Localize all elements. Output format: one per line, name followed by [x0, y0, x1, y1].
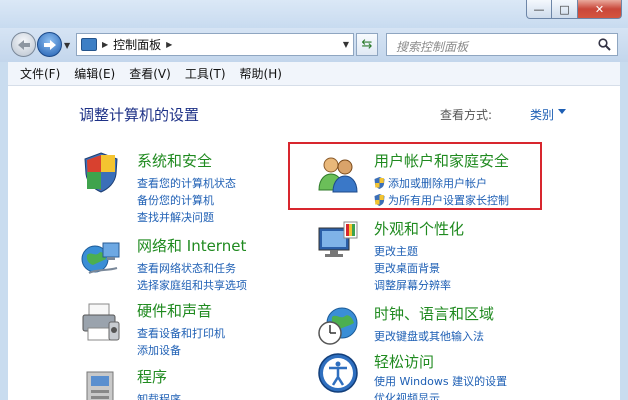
control-panel-content: 调整计算机的设置 查看方式: 类别 系统和安全 查看您的计算机状态 备份您的计算… — [8, 86, 620, 400]
link-troubleshoot[interactable]: 查找并解决问题 — [137, 209, 214, 225]
arrow-left-icon — [17, 39, 30, 50]
link-backup[interactable]: 备份您的计算机 — [137, 192, 214, 208]
category-title[interactable]: 外观和个性化 — [374, 218, 464, 239]
link-desktop-background[interactable]: 更改桌面背景 — [374, 260, 440, 276]
arrow-right-icon — [43, 39, 56, 50]
link-add-device[interactable]: 添加设备 — [137, 342, 181, 358]
shield-icon[interactable] — [79, 150, 123, 194]
uac-shield-icon — [374, 177, 385, 189]
monitor-paint-icon[interactable] — [316, 218, 360, 262]
menu-file[interactable]: 文件(F) — [13, 65, 67, 82]
link-label[interactable]: 添加或删除用户帐户 — [388, 175, 487, 191]
search-icon[interactable] — [598, 38, 611, 51]
link-optimize-display[interactable]: 优化视频显示 — [374, 390, 440, 400]
maximize-button[interactable]: □ — [552, 0, 578, 19]
link-add-remove-accounts[interactable]: 添加或删除用户帐户 — [374, 175, 487, 191]
refresh-icon: ⇆ — [361, 37, 373, 52]
category-title[interactable]: 硬件和声音 — [137, 300, 212, 321]
address-dropdown-icon[interactable]: ▼ — [343, 40, 349, 49]
search-placeholder: 搜索控制面板 — [396, 40, 469, 54]
menu-bar: 文件(F) 编辑(E) 查看(V) 工具(T) 帮助(H) — [8, 62, 620, 86]
category-title[interactable]: 网络和 Internet — [137, 235, 246, 256]
page-title: 调整计算机的设置 — [79, 106, 200, 124]
link-label[interactable]: 为所有用户设置家长控制 — [388, 192, 509, 208]
breadcrumb-control-panel[interactable]: 控制面板 — [113, 36, 161, 53]
network-globe-icon[interactable] — [79, 235, 123, 279]
close-button[interactable]: ✕ — [578, 0, 622, 19]
link-change-input[interactable]: 更改键盘或其他输入法 — [374, 328, 484, 344]
address-bar[interactable]: ▶ 控制面板 ▶ ▼ — [76, 33, 354, 56]
link-recommended-settings[interactable]: 使用 Windows 建议的设置 — [374, 373, 507, 389]
accessibility-icon[interactable] — [316, 351, 360, 395]
category-title[interactable]: 系统和安全 — [137, 150, 212, 171]
chevron-down-icon[interactable] — [558, 109, 566, 114]
search-input[interactable]: 搜索控制面板 — [386, 33, 618, 56]
control-panel-icon — [81, 38, 97, 51]
link-parental-controls[interactable]: 为所有用户设置家长控制 — [374, 192, 509, 208]
refresh-button[interactable]: ⇆ — [356, 33, 378, 56]
link-screen-resolution[interactable]: 调整屏幕分辨率 — [374, 277, 451, 293]
menu-help[interactable]: 帮助(H) — [233, 65, 289, 82]
programs-icon[interactable] — [79, 366, 123, 400]
view-by-label: 查看方式: — [440, 108, 493, 122]
category-title[interactable]: 时钟、语言和区域 — [374, 303, 494, 324]
menu-tools[interactable]: 工具(T) — [178, 65, 233, 82]
category-title[interactable]: 用户帐户和家庭安全 — [374, 150, 509, 171]
category-title[interactable]: 程序 — [137, 366, 167, 387]
users-icon[interactable] — [316, 150, 360, 194]
link-devices-printers[interactable]: 查看设备和打印机 — [137, 325, 225, 341]
navigation-bar: ▼ ▶ 控制面板 ▶ ▼ ⇆ 搜索控制面板 — [0, 28, 628, 62]
uac-shield-icon — [374, 194, 385, 206]
link-network-status[interactable]: 查看网络状态和任务 — [137, 260, 236, 276]
minimize-button[interactable]: — — [526, 0, 552, 19]
printer-icon[interactable] — [79, 300, 123, 344]
menu-edit[interactable]: 编辑(E) — [67, 65, 122, 82]
forward-button[interactable] — [37, 32, 62, 57]
link-change-theme[interactable]: 更改主题 — [374, 243, 418, 259]
link-homegroup[interactable]: 选择家庭组和共享选项 — [137, 277, 247, 293]
view-by-dropdown[interactable]: 类别 — [530, 106, 554, 123]
link-uninstall[interactable]: 卸载程序 — [137, 391, 181, 400]
clock-globe-icon[interactable] — [316, 303, 360, 347]
caption-buttons: — □ ✕ — [526, 0, 622, 19]
breadcrumb-chevron-icon[interactable]: ▶ — [102, 40, 108, 49]
category-title[interactable]: 轻松访问 — [374, 351, 434, 372]
link-check-status[interactable]: 查看您的计算机状态 — [137, 175, 236, 191]
breadcrumb-chevron-icon[interactable]: ▶ — [166, 40, 172, 49]
back-button[interactable] — [11, 32, 36, 57]
menu-view[interactable]: 查看(V) — [122, 65, 178, 82]
recent-pages-dropdown[interactable]: ▼ — [64, 41, 70, 50]
